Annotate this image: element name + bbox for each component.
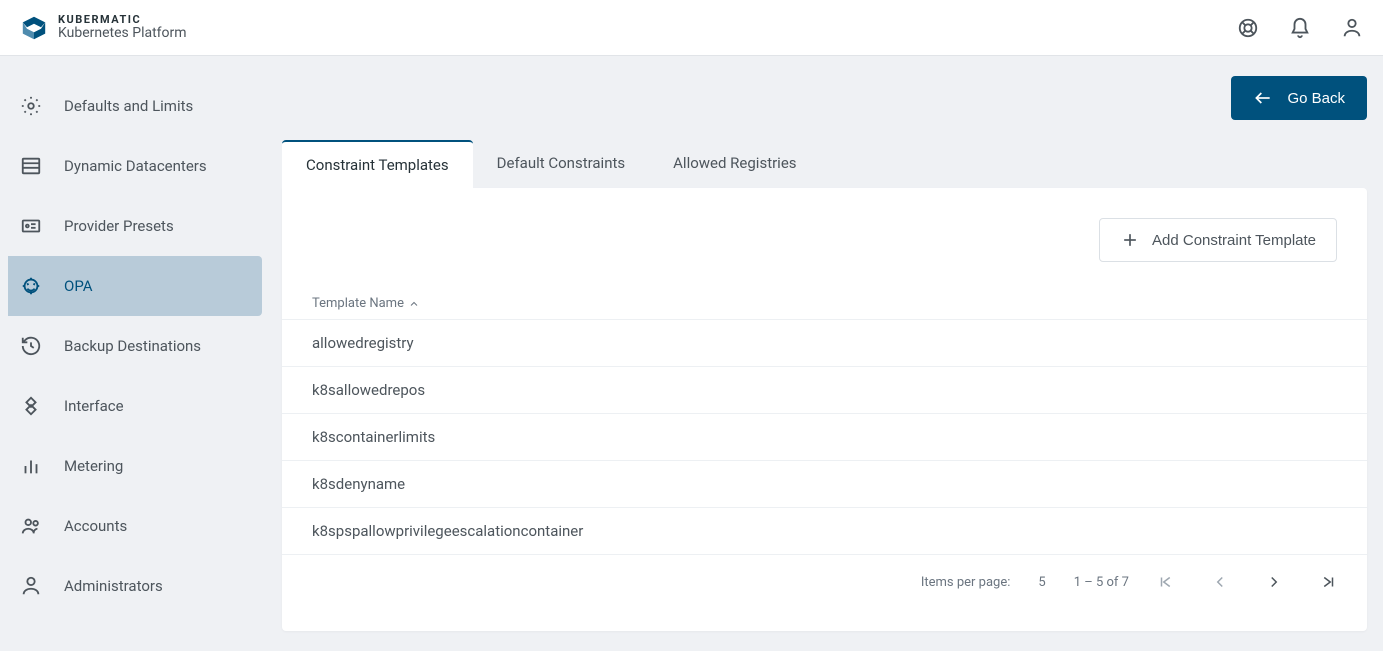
templates-table: Template Name allowedregistry k8sallowed… — [282, 288, 1367, 555]
tabs: Constraint Templates Default Constraints… — [282, 140, 1367, 188]
sidebar-item-provider-presets[interactable]: Provider Presets — [0, 196, 282, 256]
gear-icon — [20, 95, 42, 117]
sidebar-item-label: Dynamic Datacenters — [64, 157, 207, 175]
table-row[interactable]: k8sallowedrepos — [282, 366, 1367, 413]
user-icon[interactable] — [1341, 17, 1363, 39]
sidebar-item-metering[interactable]: Metering — [0, 436, 282, 496]
users-icon — [20, 515, 42, 537]
panel: Add Constraint Template Template Name al… — [282, 188, 1367, 631]
sidebar-item-defaults-limits[interactable]: Defaults and Limits — [0, 76, 282, 136]
column-header-template-name[interactable]: Template Name — [282, 288, 1367, 319]
sidebar-item-administrators[interactable]: Administrators — [0, 556, 282, 616]
brand[interactable]: KUBERMATIC Kubernetes Platform — [20, 14, 187, 42]
pagination-controls — [1157, 573, 1337, 591]
brand-subtitle: Kubernetes Platform — [58, 26, 187, 41]
sidebar-item-label: Accounts — [64, 517, 127, 535]
sidebar-item-opa[interactable]: OPA — [8, 256, 262, 316]
sidebar-item-dynamic-datacenters[interactable]: Dynamic Datacenters — [0, 136, 282, 196]
brand-text: KUBERMATIC Kubernetes Platform — [58, 14, 187, 41]
arrow-left-icon — [1253, 88, 1273, 108]
sidebar-item-interface[interactable]: Interface — [0, 376, 282, 436]
tab-allowed-registries[interactable]: Allowed Registries — [649, 140, 820, 188]
prev-page-icon[interactable] — [1211, 573, 1229, 591]
sidebar-item-label: Metering — [64, 457, 123, 475]
go-back-label: Go Back — [1287, 90, 1345, 107]
sidebar-item-backup-destinations[interactable]: Backup Destinations — [0, 316, 282, 376]
tab-constraint-templates[interactable]: Constraint Templates — [282, 140, 473, 188]
template-name-cell: k8spspallowprivilegeescalationcontainer — [312, 522, 583, 540]
sidebar: Defaults and Limits Dynamic Datacenters … — [0, 56, 282, 651]
sidebar-item-label: Provider Presets — [64, 217, 174, 235]
layout: Defaults and Limits Dynamic Datacenters … — [0, 56, 1383, 651]
column-header-label: Template Name — [312, 296, 404, 311]
go-back-button[interactable]: Go Back — [1231, 76, 1367, 120]
sidebar-item-label: Defaults and Limits — [64, 97, 193, 115]
tab-label: Constraint Templates — [306, 156, 449, 174]
card-icon — [20, 215, 42, 237]
diamond-icon — [20, 395, 42, 417]
table-row[interactable]: allowedregistry — [282, 319, 1367, 366]
top-actions: Go Back — [282, 76, 1367, 120]
last-page-icon[interactable] — [1319, 573, 1337, 591]
sidebar-item-label: Interface — [64, 397, 124, 415]
history-icon — [20, 335, 42, 357]
tab-label: Allowed Registries — [673, 154, 796, 172]
header-actions — [1237, 17, 1363, 39]
admin-icon — [20, 575, 42, 597]
chart-icon — [20, 455, 42, 477]
tab-label: Default Constraints — [497, 154, 626, 172]
items-per-page-value[interactable]: 5 — [1038, 575, 1045, 590]
items-per-page-label: Items per page: — [921, 575, 1011, 590]
sidebar-item-label: OPA — [64, 277, 93, 295]
main-content: Go Back Constraint Templates Default Con… — [282, 56, 1383, 651]
table-row[interactable]: k8sdenyname — [282, 460, 1367, 507]
pagination-range: 1 – 5 of 7 — [1074, 575, 1129, 590]
app-header: KUBERMATIC Kubernetes Platform — [0, 0, 1383, 56]
pagination: Items per page: 5 1 – 5 of 7 — [282, 555, 1367, 631]
opa-icon — [20, 275, 42, 297]
template-name-cell: k8sdenyname — [312, 475, 405, 493]
first-page-icon[interactable] — [1157, 573, 1175, 591]
help-icon[interactable] — [1237, 17, 1259, 39]
next-page-icon[interactable] — [1265, 573, 1283, 591]
sidebar-item-accounts[interactable]: Accounts — [0, 496, 282, 556]
template-name-cell: k8scontainerlimits — [312, 428, 435, 446]
tab-default-constraints[interactable]: Default Constraints — [473, 140, 650, 188]
add-constraint-template-button[interactable]: Add Constraint Template — [1099, 218, 1337, 262]
table-row[interactable]: k8spspallowprivilegeescalationcontainer — [282, 507, 1367, 555]
sidebar-item-label: Administrators — [64, 577, 163, 595]
sort-asc-icon — [408, 298, 420, 310]
template-name-cell: allowedregistry — [312, 334, 414, 352]
table-row[interactable]: k8scontainerlimits — [282, 413, 1367, 460]
brand-logo-icon — [20, 14, 48, 42]
list-icon — [20, 155, 42, 177]
add-template-label: Add Constraint Template — [1152, 232, 1316, 249]
template-name-cell: k8sallowedrepos — [312, 381, 425, 399]
sidebar-item-label: Backup Destinations — [64, 337, 201, 355]
plus-icon — [1120, 230, 1140, 250]
panel-actions: Add Constraint Template — [282, 188, 1367, 288]
notifications-icon[interactable] — [1289, 17, 1311, 39]
